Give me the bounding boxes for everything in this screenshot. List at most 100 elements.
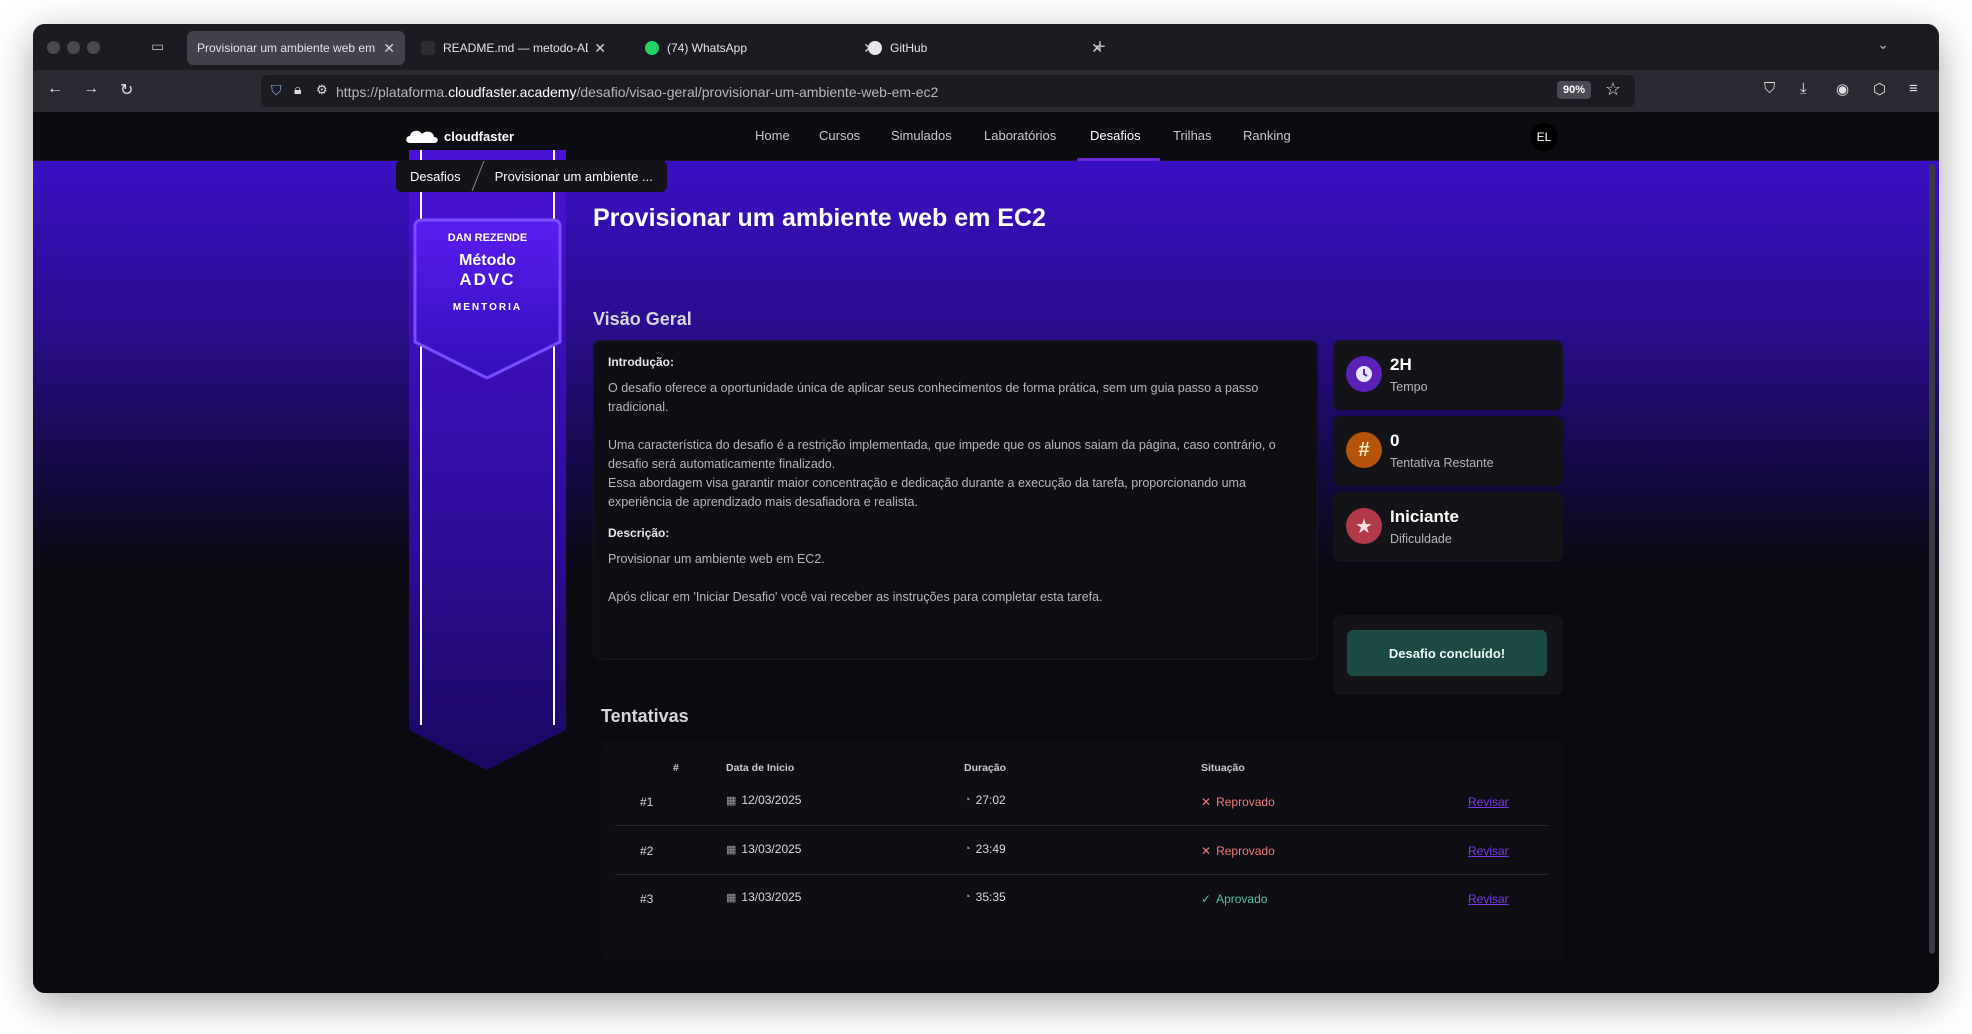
- clock-icon: [1346, 356, 1382, 392]
- attempt-duration: 35:35: [975, 890, 1006, 904]
- new-tab-icon[interactable]: +: [1094, 36, 1106, 59]
- url-text[interactable]: https://plataforma.cloudfaster.academy/d…: [336, 84, 938, 100]
- x-icon: ✕: [1201, 844, 1212, 858]
- close-window-button[interactable]: [47, 41, 60, 54]
- col-start-date: Data de Inicio: [726, 762, 795, 774]
- tab-whatsapp[interactable]: (74) WhatsApp ✕: [635, 31, 885, 65]
- zoom-badge[interactable]: 90%: [1556, 81, 1591, 99]
- breadcrumb-root[interactable]: Desafios: [410, 169, 461, 184]
- desc-paragraph-1: Provisionar um ambiente web em EC2.: [608, 552, 825, 566]
- pocket-icon[interactable]: ⛉: [1764, 80, 1775, 97]
- url-path: /desafio/visao-geral/provisionar-um-ambi…: [576, 84, 939, 100]
- calendar-icon: ▦: [726, 794, 737, 807]
- reload-icon[interactable]: ↻: [120, 80, 133, 100]
- site-logo[interactable]: cloudfaster: [404, 127, 514, 145]
- review-link[interactable]: Revisar: [1468, 844, 1509, 858]
- close-icon[interactable]: ✕: [594, 40, 606, 57]
- stat-time-value: 2H: [1390, 355, 1412, 374]
- intro-paragraph-2: Uma característica do desafio é a restri…: [608, 438, 1276, 471]
- whatsapp-icon: [645, 41, 659, 55]
- avatar[interactable]: EL: [1530, 123, 1558, 151]
- download-icon[interactable]: ⤓: [1800, 80, 1807, 97]
- tab-readme[interactable]: README.md — metodo-ADVC [ ✕: [411, 31, 616, 65]
- tab-github[interactable]: GitHub ✕: [858, 31, 1113, 65]
- close-icon[interactable]: ✕: [383, 40, 395, 57]
- stat-attempts-value: 0: [1390, 431, 1400, 450]
- lock-icon[interactable]: 🔒︎: [294, 81, 301, 98]
- url-prefix: https://plataforma.: [336, 84, 449, 100]
- table-row: #2 ▦ 13/03/2025 ◔ 23:49 ✕ Reprovado Revisar: [615, 827, 1547, 875]
- github-icon: [868, 41, 882, 55]
- forward-icon[interactable]: →: [83, 80, 99, 98]
- account-icon[interactable]: ◉: [1836, 80, 1849, 98]
- stat-difficulty-value: Iniciante: [1390, 507, 1459, 526]
- stat-time-label: Tempo: [1390, 380, 1428, 394]
- zoom-window-button[interactable]: [87, 41, 100, 54]
- extensions-icon[interactable]: ⬡: [1873, 80, 1886, 98]
- tab-bar: ▭ Provisionar um ambiente web em EC2 ✕ R…: [33, 24, 1939, 70]
- table-row: #3 ▦ 13/03/2025 ◔ 35:35 ✓ Aprovado Revisar: [615, 875, 1547, 923]
- clock-icon: ◔: [964, 843, 971, 855]
- breadcrumb-current: Provisionar um ambiente ...: [494, 168, 653, 184]
- desc-label: Descrição:: [608, 526, 670, 540]
- url-bar[interactable]: ⛉ 🔒︎ ⚙ https://plataforma.cloudfaster.ac…: [261, 75, 1635, 107]
- nav-trilhas[interactable]: Trilhas: [1173, 128, 1212, 143]
- badge-brand: DAN REZENDE: [447, 232, 528, 244]
- nav-cursos[interactable]: Cursos: [819, 128, 860, 143]
- attempt-date: 13/03/2025: [741, 890, 802, 904]
- permissions-icon[interactable]: ⚙: [316, 82, 328, 98]
- attempts-table: # Data de Inicio Duração Situação #1 ▦ 12…: [601, 740, 1563, 960]
- review-link[interactable]: Revisar: [1468, 892, 1509, 906]
- nav-ranking[interactable]: Ranking: [1243, 128, 1291, 143]
- review-link[interactable]: Revisar: [1468, 795, 1509, 809]
- stat-difficulty: ★ Iniciante Dificuldade: [1333, 492, 1563, 562]
- page-viewport: cloudfaster Home Cursos Simulados Labora…: [33, 112, 1939, 993]
- intro-label: Introdução:: [608, 355, 674, 369]
- url-domain: cloudfaster.academy: [448, 84, 577, 100]
- tab-label: GitHub: [890, 41, 928, 55]
- check-icon: ✓: [1201, 892, 1212, 906]
- desc-paragraph-2: Após clicar em 'Iniciar Desafio' você va…: [608, 590, 1103, 604]
- nav-home[interactable]: Home: [755, 128, 790, 143]
- bookmark-star-icon[interactable]: ☆: [1605, 79, 1621, 100]
- shield-icon[interactable]: ⛉: [271, 82, 282, 99]
- x-icon: ✕: [1201, 795, 1212, 809]
- site-header: cloudfaster Home Cursos Simulados Labora…: [33, 112, 1939, 161]
- file-icon: [421, 41, 435, 55]
- nav-laboratorios[interactable]: Laboratórios: [984, 128, 1056, 143]
- cloud-logo-icon: [406, 130, 438, 143]
- intro-paragraph-1: O desafio oferece a oportunidade única d…: [608, 381, 1259, 414]
- overview-title: Visão Geral: [593, 309, 692, 329]
- nav-desafios[interactable]: Desafios: [1090, 128, 1141, 143]
- mentoria-badge: DAN REZENDE Método ADVC MENTORIA: [409, 220, 566, 370]
- hash-icon: #: [1346, 432, 1382, 468]
- clock-icon: ◔: [964, 794, 971, 806]
- attempt-status: Reprovado: [1216, 795, 1275, 809]
- stat-attempts-label: Tentativa Restante: [1390, 456, 1494, 470]
- chevron-down-icon[interactable]: ⌄: [1877, 36, 1889, 53]
- attempt-number: #3: [640, 892, 654, 906]
- nav-simulados[interactable]: Simulados: [891, 128, 952, 143]
- back-icon[interactable]: ←: [47, 80, 63, 98]
- attempts-title: Tentativas: [601, 706, 689, 726]
- attempt-date: 12/03/2025: [741, 793, 802, 807]
- badge-line1: Método: [459, 252, 516, 269]
- logo-text: cloudfaster: [444, 128, 515, 144]
- active-nav-indicator: [1077, 158, 1160, 161]
- tab-active[interactable]: Provisionar um ambiente web em EC2 ✕: [187, 31, 405, 65]
- attempt-number: #1: [640, 795, 654, 809]
- menu-icon[interactable]: ≡: [1909, 80, 1918, 97]
- breadcrumb: Desafios Provisionar um ambiente ...: [396, 160, 667, 192]
- intro-paragraph-3: Essa abordagem visa garantir maior conce…: [608, 476, 1246, 509]
- minimize-window-button[interactable]: [67, 41, 80, 54]
- challenge-done-button[interactable]: Desafio concluído!: [1347, 630, 1547, 676]
- calendar-icon: ▦: [726, 891, 737, 904]
- stat-difficulty-label: Dificuldade: [1390, 532, 1452, 546]
- attempt-duration: 27:02: [975, 793, 1006, 807]
- clock-icon: ◔: [964, 891, 971, 903]
- page-scrollbar[interactable]: [1929, 164, 1935, 954]
- table-row: #1 ▦ 12/03/2025 ◔ 27:02 ✕ Reprovado Revisar: [615, 778, 1547, 826]
- tab-list-icon[interactable]: ▭: [151, 38, 169, 56]
- attempt-date: 13/03/2025: [741, 842, 802, 856]
- badge-tag: MENTORIA: [452, 302, 523, 313]
